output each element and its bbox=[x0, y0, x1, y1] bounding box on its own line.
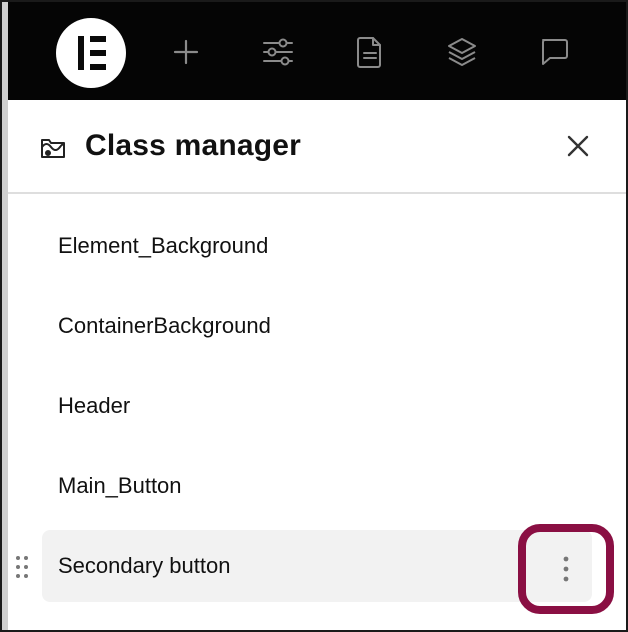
class-item-label: ContainerBackground bbox=[58, 313, 271, 338]
top-toolbar bbox=[8, 2, 626, 100]
class-item-container-background[interactable]: ContainerBackground bbox=[42, 290, 592, 362]
class-item-main-button[interactable]: Main_Button bbox=[42, 450, 592, 522]
layers-icon[interactable] bbox=[442, 32, 482, 72]
class-item-label: Secondary button bbox=[58, 553, 231, 578]
logo-left-bar bbox=[78, 36, 84, 70]
logo-top-bar bbox=[90, 36, 106, 42]
settings-sliders-icon[interactable] bbox=[258, 32, 298, 72]
page-document-icon[interactable] bbox=[350, 32, 390, 72]
item-actions-button[interactable] bbox=[518, 524, 614, 614]
add-icon[interactable] bbox=[166, 32, 206, 72]
class-item-header[interactable]: Header bbox=[42, 370, 592, 442]
class-item-secondary-button[interactable]: Secondary button bbox=[42, 530, 592, 602]
panel-header: Class manager bbox=[8, 100, 626, 194]
class-manager-icon bbox=[38, 133, 68, 163]
drag-handle-icon[interactable] bbox=[14, 554, 30, 580]
app-frame: Class manager Element_Background Contain… bbox=[0, 0, 628, 632]
close-button[interactable] bbox=[560, 128, 596, 164]
elementor-logo-icon[interactable] bbox=[56, 18, 126, 88]
logo-middle-bar bbox=[90, 50, 106, 56]
comments-icon[interactable] bbox=[534, 32, 574, 72]
class-item-element-background[interactable]: Element_Background bbox=[42, 210, 592, 282]
more-vertical-icon bbox=[563, 556, 569, 582]
class-item-label: Main_Button bbox=[58, 473, 182, 498]
logo-bottom-bar bbox=[90, 64, 106, 70]
class-item-label: Element_Background bbox=[58, 233, 269, 258]
class-item-label: Header bbox=[58, 393, 131, 418]
panel-title: Class manager bbox=[85, 129, 302, 162]
